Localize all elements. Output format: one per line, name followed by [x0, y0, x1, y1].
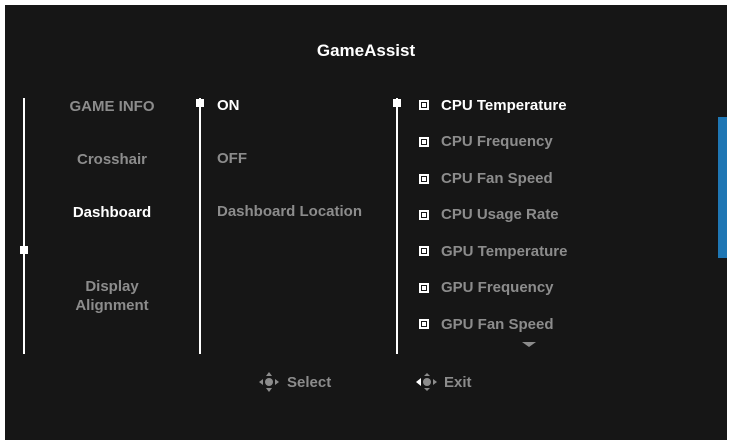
joystick-left-icon — [416, 373, 437, 391]
exit-hint: Exit — [414, 370, 472, 394]
option-dashboard-location[interactable]: Dashboard Location — [217, 203, 362, 220]
checkbox-cpu-fan-speed[interactable] — [419, 174, 429, 184]
checkbox-cpu-frequency[interactable] — [419, 137, 429, 147]
metrics-marker — [393, 99, 401, 107]
menu-item-game-info[interactable]: GAME INFO — [52, 97, 172, 116]
option-on[interactable]: ON — [217, 97, 240, 114]
metrics-rail — [396, 98, 398, 354]
menu-item-dashboard[interactable]: Dashboard — [52, 203, 172, 222]
option-off[interactable]: OFF — [217, 150, 247, 167]
metric-cpu-temperature[interactable]: CPU Temperature — [441, 97, 567, 114]
menu-item-crosshair[interactable]: Crosshair — [52, 150, 172, 169]
select-hint: Select — [257, 370, 331, 394]
checkbox-cpu-usage-rate[interactable] — [419, 210, 429, 220]
metric-cpu-fan-speed[interactable]: CPU Fan Speed — [441, 170, 553, 187]
menu-item-display-alignment[interactable]: Display Alignment — [52, 258, 172, 315]
metric-gpu-temperature[interactable]: GPU Temperature — [441, 243, 567, 260]
options-rail — [199, 98, 201, 354]
metric-cpu-frequency[interactable]: CPU Frequency — [441, 133, 553, 150]
scroll-down-icon[interactable] — [522, 342, 536, 347]
menu-position-marker — [20, 246, 28, 254]
metric-gpu-fan-speed[interactable]: GPU Fan Speed — [441, 316, 554, 333]
checkbox-gpu-temperature[interactable] — [419, 246, 429, 256]
checkbox-gpu-frequency[interactable] — [419, 283, 429, 293]
checkbox-gpu-fan-speed[interactable] — [419, 319, 429, 329]
exit-label: Exit — [444, 373, 472, 391]
scrollbar[interactable] — [718, 117, 727, 258]
metric-gpu-frequency[interactable]: GPU Frequency — [441, 279, 554, 296]
joystick-icon — [259, 372, 279, 392]
menu-rail — [23, 98, 25, 354]
checkbox-cpu-temperature[interactable] — [419, 100, 429, 110]
menu-title: GameAssist — [316, 41, 416, 60]
osd-panel: GameAssist GAME INFO Crosshair Dashboard… — [5, 5, 727, 440]
select-label: Select — [287, 373, 332, 391]
metric-cpu-usage-rate[interactable]: CPU Usage Rate — [441, 206, 559, 223]
options-marker — [196, 99, 204, 107]
